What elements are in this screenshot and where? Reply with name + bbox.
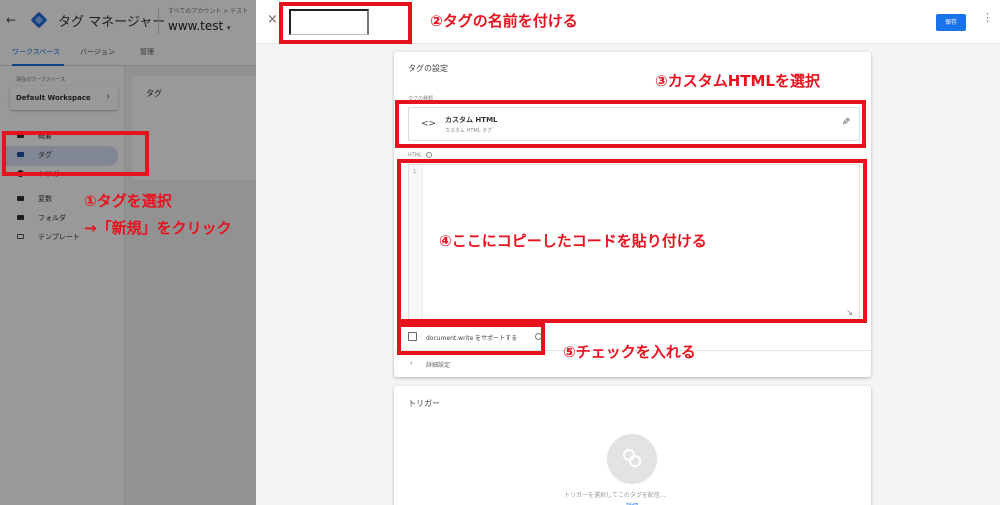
chevron-right-icon[interactable]: › [410, 359, 413, 367]
more-options-icon[interactable]: ⋮ [982, 12, 993, 23]
current-workspace-label: 現在のワークスペース [16, 77, 66, 83]
account-breadcrumb[interactable]: すべてのアカウント > テスト [168, 6, 248, 15]
annotation-step1-line2: →「新規」をクリック [84, 219, 232, 237]
workspace-tabs: ワークスペース バージョン 管理 [0, 40, 256, 66]
annotation-step2: ②タグの名前を付ける [430, 12, 578, 30]
container-selector[interactable]: www.test ▾ [168, 19, 231, 33]
container-name: www.test [168, 19, 224, 33]
trigger-ring-2 [629, 455, 641, 467]
back-arrow-icon[interactable]: ← [6, 13, 16, 27]
html-field-label: HTML [408, 152, 432, 159]
template-icon [17, 234, 24, 239]
trigger-learn-more-link[interactable]: 詳細 [626, 501, 638, 505]
tab-admin[interactable]: 管理 [140, 47, 154, 57]
folder-icon [17, 215, 24, 220]
chevron-down-icon: ▾ [227, 24, 231, 32]
annotation-step4: ④ここにコピーしたコードを貼り付ける [439, 232, 707, 250]
annotation-step3: ③カスタムHTMLを選択 [655, 72, 820, 90]
highlight-tag-type [395, 100, 866, 148]
chevron-right-icon: › [106, 92, 110, 102]
sidebar-item-label: フォルダ [38, 214, 66, 222]
header-divider [158, 8, 159, 34]
app-title: タグ マネージャー [58, 15, 166, 30]
gtm-workspace-app: ← タグ マネージャー すべてのアカウント > テスト www.test ▾ ワ… [0, 0, 256, 505]
html-label-text: HTML [408, 152, 422, 159]
advanced-settings-toggle[interactable]: 詳細設定 [426, 360, 450, 369]
save-button[interactable]: 保存 [936, 14, 966, 31]
tab-versions[interactable]: バージョン [80, 47, 115, 57]
highlight-tags-nav [2, 131, 149, 176]
sidebar-item-label: 変数 [38, 195, 52, 203]
workspace-name: Default Workspace [16, 94, 91, 102]
config-card-title: タグの設定 [408, 64, 448, 73]
screenshot-root: ← タグ マネージャー すべてのアカウント > テスト www.test ▾ ワ… [0, 0, 1000, 505]
gtm-topbar: ← タグ マネージャー すべてのアカウント > テスト www.test ▾ [0, 0, 256, 40]
tab-workspace[interactable]: ワークスペース [12, 47, 60, 57]
annotation-step5: ⑤チェックを入れる [563, 343, 696, 361]
annotation-step1-line1: ①タグを選択 [84, 192, 172, 210]
tags-card: タグ [132, 76, 256, 180]
highlight-document-write [397, 323, 545, 355]
variables-icon [17, 196, 24, 201]
trigger-card-title: トリガー [408, 399, 440, 408]
triggering-card[interactable]: トリガー トリガーを選択してこのタグを配信... 詳細 [394, 386, 871, 505]
tags-card-title: タグ [146, 89, 162, 98]
sidebar-item-label: テンプレート [38, 233, 80, 241]
close-icon[interactable]: × [267, 12, 278, 27]
trigger-hint-text: トリガーを選択してこのタグを配信... [564, 492, 666, 499]
help-icon[interactable] [425, 152, 432, 158]
workspace-selector[interactable]: Default Workspace › [10, 86, 118, 110]
highlight-tag-name [279, 2, 412, 44]
trigger-placeholder-icon[interactable] [607, 434, 657, 484]
gtm-logo-icon [30, 11, 48, 29]
